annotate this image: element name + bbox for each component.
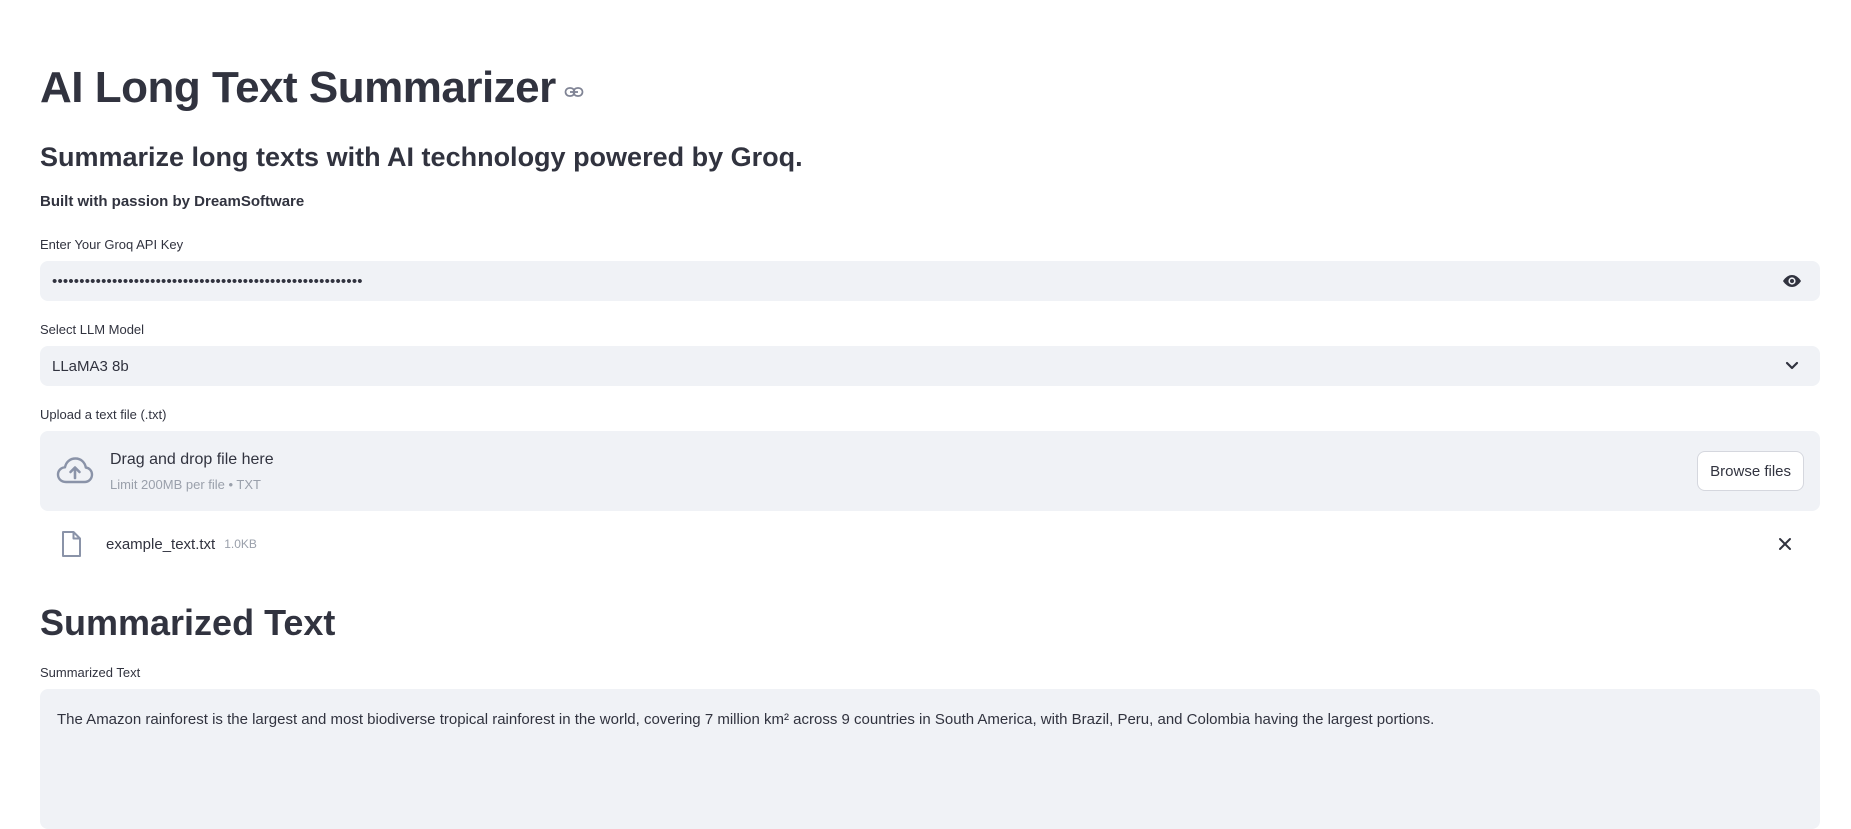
uploaded-file-row: example_text.txt 1.0KB [40,524,1820,564]
page-subtitle: Summarize long texts with AI technology … [40,142,803,172]
chevron-down-icon[interactable] [1776,350,1808,382]
title-row: AI Long Text Summarizer [40,58,584,118]
uploaded-file-name: example_text.txt [106,535,216,553]
model-select[interactable]: LLaMA3 8b [40,346,1820,386]
credit-text: Built with passion by DreamSoftware [40,193,305,210]
api-key-label: Enter Your Groq API Key [40,237,184,252]
model-select-value: LLaMA3 8b [52,357,129,375]
cloud-upload-icon [56,456,94,486]
dropzone-limit: Limit 200MB per file • TXT [110,476,261,492]
page-title: AI Long Text Summarizer [40,63,556,112]
model-select-label: Select LLM Model [40,322,145,337]
api-key-masked-value: ••••••••••••••••••••••••••••••••••••••••… [52,272,363,290]
uploaded-file-size: 1.0KB [224,537,257,551]
uploader-label: Upload a text file (.txt) [40,407,167,422]
summary-textarea[interactable]: The Amazon rainforest is the largest and… [40,689,1820,829]
close-icon[interactable] [1778,537,1792,551]
file-icon [60,530,82,558]
api-key-input[interactable]: ••••••••••••••••••••••••••••••••••••••••… [40,261,1820,301]
browse-files-button[interactable]: Browse files [1697,451,1804,491]
dropzone-title: Drag and drop file here [110,450,274,468]
eye-icon[interactable] [1776,265,1808,297]
summary-section-title: Summarized Text [40,602,336,643]
summary-field-label: Summarized Text [40,665,141,680]
dropzone-instructions: Drag and drop file here Limit 200MB per … [110,451,1697,492]
link-icon[interactable] [564,85,584,99]
file-dropzone[interactable]: Drag and drop file here Limit 200MB per … [40,431,1820,511]
